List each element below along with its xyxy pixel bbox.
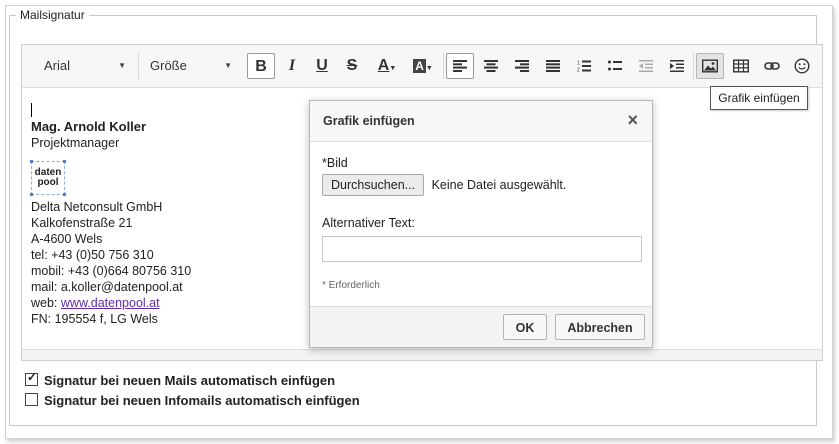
toolbar-divider [443,53,444,79]
auto-insert-infomail-checkbox[interactable] [25,393,38,406]
numbered-list-icon: 12 [577,60,591,73]
insert-image-button[interactable] [696,53,724,79]
italic-button[interactable]: I [278,53,306,79]
align-right-button[interactable] [508,53,536,79]
signature-fn: FN: 195554 f, LG Wels [31,312,158,326]
signature-web-line: web: www.datenpool.at [31,295,191,311]
align-justify-icon [546,60,560,72]
auto-insert-infomail-option[interactable]: Signatur bei neuen Infomails automatisch… [25,393,360,409]
chevron-down-icon: ▼ [425,65,433,72]
indent-icon [670,60,684,72]
font-family-select[interactable]: Arial ▼ [34,54,130,78]
chevron-down-icon: ▼ [389,65,397,72]
align-center-icon [484,60,498,72]
dialog-body: *Bild Durchsuchen... Keine Datei ausgewä… [322,156,642,291]
bold-button[interactable]: B [247,53,275,79]
auto-insert-mail-label: Signatur bei neuen Mails automatisch ein… [44,373,336,388]
signature-company: Delta Netconsult GmbH [31,200,163,214]
web-prefix: web: [31,296,61,310]
strikethrough-button[interactable]: S [338,53,366,79]
font-size-select[interactable]: Größe ▼ [144,54,236,78]
editor-statusbar [22,349,822,360]
file-status: Keine Datei ausgewählt. [431,178,567,192]
signature-content[interactable]: Mag. Arnold Koller Projektmanager daten … [30,119,192,327]
align-right-icon [515,60,529,72]
italic-icon: I [288,57,296,74]
outdent-button[interactable] [632,53,660,79]
outdent-icon [639,60,653,72]
signature-tel: tel: +43 (0)50 756 310 [31,248,154,262]
signature-mobile: mobil: +43 (0)664 80756 310 [31,264,192,278]
insert-emoji-button[interactable] [788,53,816,79]
align-justify-button[interactable] [539,53,567,79]
auto-insert-infomail-label: Signatur bei neuen Infomails automatisch… [44,393,360,408]
dialog-header: Grafik einfügen × [310,101,652,142]
font-family-value: Arial [44,58,71,73]
toolbar-divider [693,53,694,79]
table-icon [733,59,749,73]
svg-text:2: 2 [577,68,580,73]
tooltip: Grafik einfügen [710,86,808,110]
signature-name: Mag. Arnold Koller [31,119,147,134]
signature-mail: mail: a.koller@datenpool.at [31,280,183,294]
underline-button[interactable]: U [308,53,336,79]
group-legend: Mailsignatur [20,8,85,22]
link-icon [764,62,780,70]
background-color-icon: A [413,59,426,73]
browse-button[interactable]: Durchsuchen... [322,174,425,196]
signature-street: Kalkofenstraße 21 [31,216,133,230]
font-size-value: Größe [150,58,187,73]
insert-link-button[interactable] [758,53,786,79]
insert-table-button[interactable] [727,53,755,79]
alt-text-input[interactable] [322,236,642,262]
signature-role: Projektmanager [31,136,120,150]
svg-text:1: 1 [577,61,580,67]
bold-icon: B [255,58,267,75]
image-icon [702,59,718,73]
company-logo[interactable]: daten pool [30,160,66,196]
underline-icon: U [316,57,328,74]
text-cursor [31,103,32,117]
text-color-button[interactable]: A▼ [370,53,404,79]
auto-insert-mail-checkbox[interactable]: ✓ [25,370,38,386]
toolbar-divider [138,53,139,79]
editor-toolbar: Arial ▼ Größe ▼ B I U S A▼ A ▼ 1 2 [22,45,822,88]
align-center-button[interactable] [477,53,505,79]
checkmark-icon: ✓ [27,370,38,384]
insert-image-dialog: Grafik einfügen × *Bild Durchsuchen... K… [309,100,653,348]
align-left-icon [453,60,467,72]
required-note: * Erforderlich [322,280,380,291]
cancel-button[interactable]: Abbrechen [555,314,645,340]
logo-text-line2: pool [37,177,59,188]
image-label: *Bild [322,156,348,170]
background-color-button[interactable]: A ▼ [406,53,440,79]
align-left-button[interactable] [446,53,474,79]
bullet-list-icon [608,60,622,71]
file-row: Durchsuchen... Keine Datei ausgewählt. [322,174,642,196]
dialog-footer: OK Abbrechen [310,306,652,347]
bullet-list-button[interactable] [601,53,629,79]
strikethrough-icon: S [346,57,358,74]
chevron-down-icon: ▼ [118,61,126,70]
indent-button[interactable] [663,53,691,79]
signature-city: A-4600 Wels [31,232,103,246]
numbered-list-button[interactable]: 12 [570,53,598,79]
auto-insert-mail-option[interactable]: ✓ Signatur bei neuen Mails automatisch ei… [25,370,336,389]
smiley-icon [794,58,810,74]
web-link[interactable]: www.datenpool.at [61,296,160,310]
dialog-title: Grafik einfügen [323,114,415,128]
chevron-down-icon: ▼ [224,61,232,70]
alt-text-label: Alternativer Text: [322,216,415,230]
text-color-icon: A [377,57,390,74]
ok-button[interactable]: OK [503,314,547,340]
close-icon[interactable]: × [627,110,638,131]
